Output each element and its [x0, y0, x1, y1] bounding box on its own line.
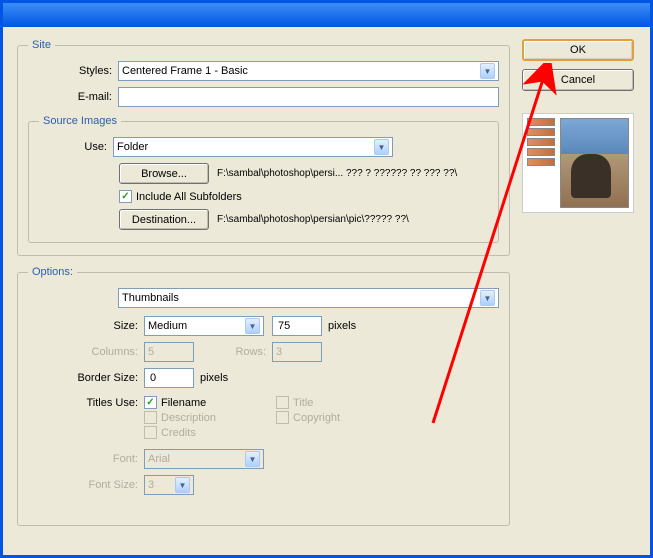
- email-input[interactable]: [118, 87, 499, 107]
- include-subfolders-label: Include All Subfolders: [136, 191, 242, 203]
- copyright-cb-label: Copyright: [293, 412, 340, 424]
- dialog-content: Site Styles: Centered Frame 1 - Basic ▼ …: [3, 27, 650, 550]
- use-label: Use:: [39, 141, 113, 153]
- email-field[interactable]: [122, 90, 495, 104]
- preview-thumblist: [527, 118, 557, 208]
- description-cb-label: Description: [161, 412, 216, 424]
- preview-thumb-icon: [527, 138, 555, 146]
- font-dropdown: Arial ▼: [144, 449, 264, 469]
- preview-thumb-icon: [527, 158, 555, 166]
- credits-cb-label: Credits: [161, 427, 196, 439]
- use-dropdown[interactable]: Folder ▼: [113, 137, 393, 157]
- copyright-checkbox: [276, 411, 289, 424]
- rows-label: Rows:: [194, 346, 272, 358]
- options-type-value: Thumbnails: [122, 292, 179, 304]
- email-label: E-mail:: [28, 91, 118, 103]
- chevron-down-icon: ▼: [175, 477, 190, 493]
- columns-label: Columns:: [34, 346, 144, 358]
- filename-cb-label: Filename: [161, 397, 206, 409]
- site-legend: Site: [28, 39, 55, 51]
- chevron-down-icon: ▼: [480, 290, 495, 306]
- size-dropdown[interactable]: Medium ▼: [144, 316, 264, 336]
- fontsize-dropdown: 3 ▼: [144, 475, 194, 495]
- chevron-down-icon: ▼: [245, 451, 260, 467]
- source-legend: Source Images: [39, 115, 121, 127]
- use-value: Folder: [117, 141, 148, 153]
- filename-checkbox[interactable]: [144, 396, 157, 409]
- border-input[interactable]: [144, 368, 194, 388]
- source-images-group: Source Images Use: Folder ▼ Browse... F:…: [28, 115, 499, 243]
- site-group: Site Styles: Centered Frame 1 - Basic ▼ …: [17, 39, 510, 256]
- options-type-dropdown[interactable]: Thumbnails ▼: [118, 288, 499, 308]
- size-px-input[interactable]: [272, 316, 322, 336]
- destination-path: F:\sambal\photoshop\persian\pic\????? ??…: [217, 214, 409, 225]
- rows-input: 3: [272, 342, 322, 362]
- cancel-button[interactable]: Cancel: [522, 69, 634, 91]
- styles-dropdown[interactable]: Centered Frame 1 - Basic ▼: [118, 61, 499, 81]
- options-legend: Options:: [28, 266, 77, 278]
- left-column: Site Styles: Centered Frame 1 - Basic ▼ …: [17, 39, 510, 536]
- chevron-down-icon: ▼: [374, 139, 389, 155]
- border-field[interactable]: [148, 371, 190, 385]
- pixels-label-2: pixels: [200, 372, 228, 384]
- columns-input: 5: [144, 342, 194, 362]
- pixels-label-1: pixels: [328, 320, 356, 332]
- destination-button[interactable]: Destination...: [119, 209, 209, 230]
- title-bar: [3, 3, 650, 27]
- preview-thumb-icon: [527, 148, 555, 156]
- preview-thumbnail: [522, 113, 634, 213]
- size-label: Size:: [34, 320, 144, 332]
- browse-path: F:\sambal\photoshop\persi... ??? ? ?????…: [217, 168, 457, 179]
- title-checkbox: [276, 396, 289, 409]
- size-value: Medium: [148, 320, 187, 332]
- description-checkbox: [144, 411, 157, 424]
- preview-thumb-icon: [527, 128, 555, 136]
- preview-thumb-icon: [527, 118, 555, 126]
- size-px-field[interactable]: [276, 319, 318, 333]
- browse-button[interactable]: Browse...: [119, 163, 209, 184]
- chevron-down-icon: ▼: [480, 63, 495, 79]
- right-column: OK Cancel: [522, 39, 636, 536]
- border-label: Border Size:: [34, 372, 144, 384]
- chevron-down-icon: ▼: [245, 318, 260, 334]
- title-cb-label: Title: [293, 397, 313, 409]
- preview-main-image: [560, 118, 629, 208]
- fontsize-label: Font Size:: [34, 479, 144, 491]
- dialog-window: Site Styles: Centered Frame 1 - Basic ▼ …: [0, 0, 653, 558]
- options-group: Options: Thumbnails ▼ Size: Medium ▼: [17, 266, 510, 526]
- styles-value: Centered Frame 1 - Basic: [122, 65, 248, 77]
- titles-label: Titles Use:: [34, 396, 144, 409]
- styles-label: Styles:: [28, 65, 118, 77]
- font-label: Font:: [34, 453, 144, 465]
- ok-button[interactable]: OK: [522, 39, 634, 61]
- credits-checkbox: [144, 426, 157, 439]
- include-subfolders-checkbox[interactable]: [119, 190, 132, 203]
